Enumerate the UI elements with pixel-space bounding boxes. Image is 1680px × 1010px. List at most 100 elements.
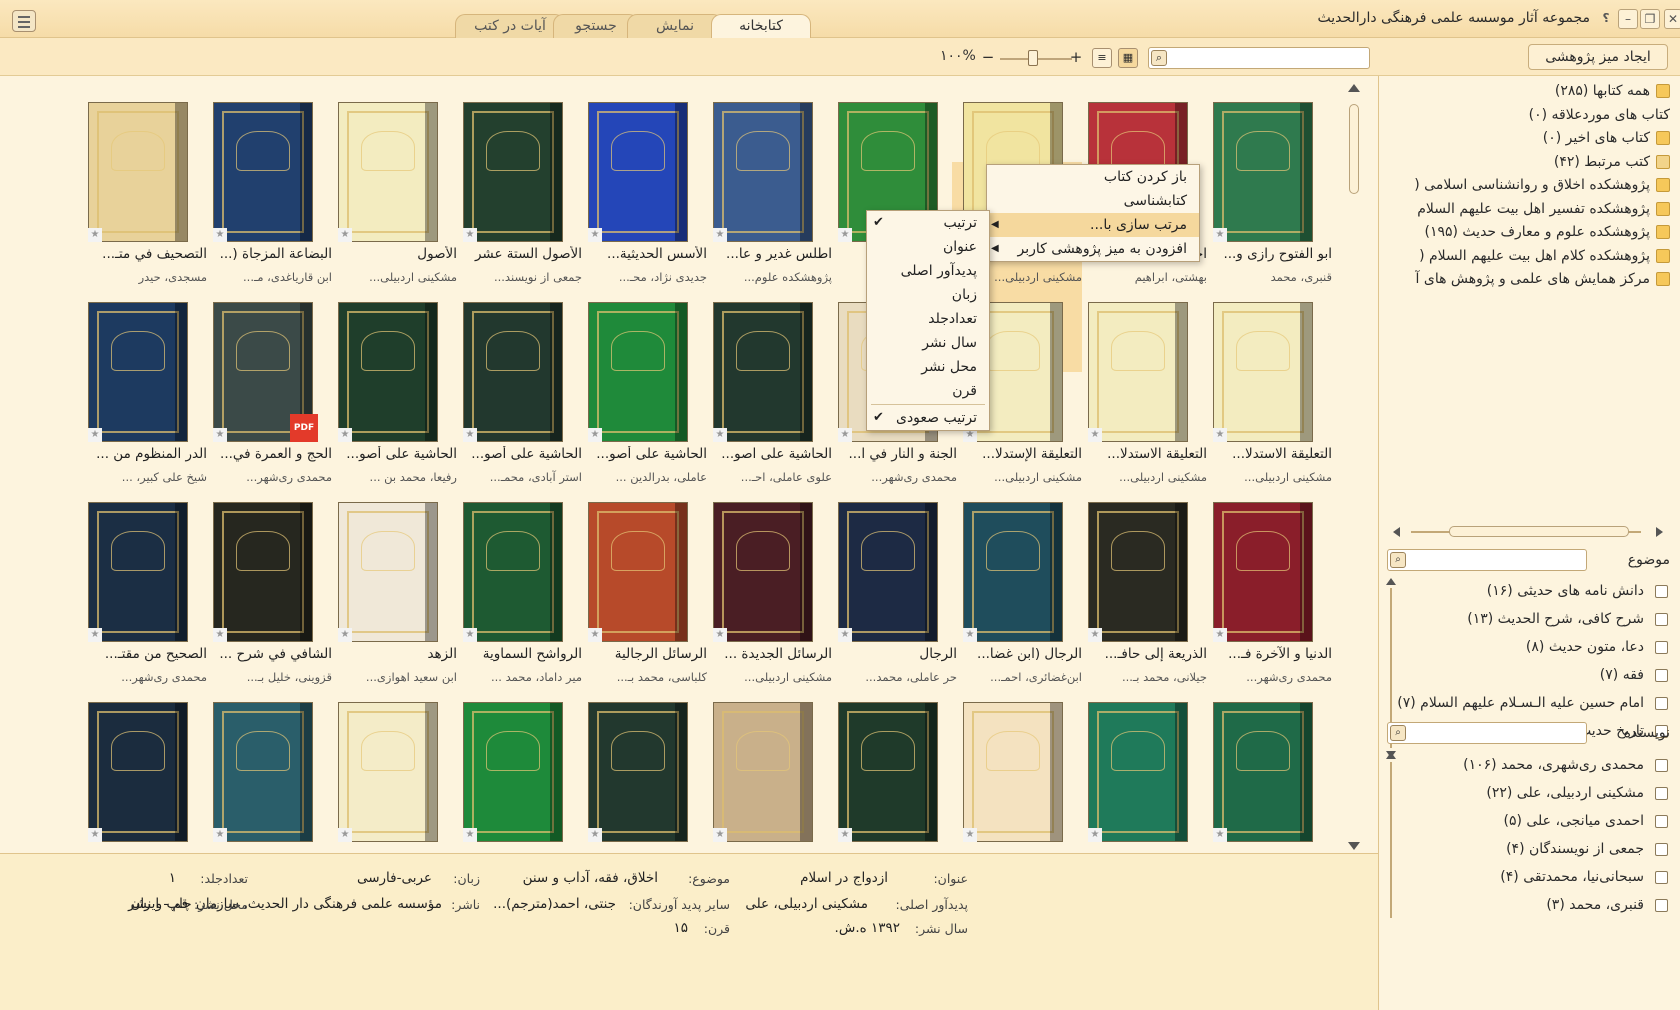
book-cover[interactable] [463, 302, 563, 442]
tree-item[interactable]: پژوهشکده کلام اهل بیت علیهم السلام ( [1400, 245, 1670, 267]
subject-filter-input[interactable]: ⌕ [1387, 549, 1587, 571]
favorite-star-icon[interactable]: ★ [838, 428, 852, 442]
tab-verses[interactable]: آیات در کتب [455, 14, 565, 38]
scroll-thumb[interactable] [1349, 104, 1359, 194]
book-card[interactable]: ★ الأصول مشکینی اردبیلی... [323, 84, 457, 284]
book-card[interactable]: ★ البضاعة المزجاة (... ابن قاریاغدی، مـ... [198, 84, 332, 284]
scroll-down-icon[interactable] [1348, 842, 1360, 850]
favorite-star-icon[interactable]: ★ [588, 428, 602, 442]
tree-item[interactable]: کتاب های موردعلاقه (۰) [1400, 104, 1670, 126]
sort-volumes[interactable]: تعدادجلد [867, 307, 989, 331]
favorite-star-icon[interactable]: ★ [88, 828, 102, 842]
favorite-star-icon[interactable]: ★ [588, 828, 602, 842]
book-card[interactable]: ★ الحاشية على اصو... علوی عاملی، احـ... [698, 284, 832, 484]
book-card[interactable]: ★ الحاشية على أصو... عاملی، بدرالدین ... [573, 284, 707, 484]
sort-order[interactable]: ترتیب ✔ [867, 211, 989, 235]
book-cover[interactable] [463, 102, 563, 242]
book-card[interactable]: ★ [73, 684, 207, 853]
book-cover[interactable] [713, 102, 813, 242]
tab-view[interactable]: نمایش [627, 14, 723, 38]
tab-library[interactable]: کتابخانه [711, 14, 811, 39]
book-card[interactable]: ★ الأصول الستة عشر جمعی از نویسند... [448, 84, 582, 284]
favorite-star-icon[interactable]: ★ [1088, 828, 1102, 842]
book-cover[interactable] [213, 502, 313, 642]
book-card[interactable]: ★ الصحيح من مقتـ... محمدی ری‌شهر... [73, 484, 207, 684]
sort-author[interactable]: پدیدآور اصلی [867, 259, 989, 283]
filter-checkbox[interactable] [1655, 815, 1668, 828]
book-card[interactable]: ★ الرجال حر عاملی، محمد... [823, 484, 957, 684]
book-cover[interactable] [213, 702, 313, 842]
book-cover[interactable] [588, 502, 688, 642]
favorite-star-icon[interactable]: ★ [713, 228, 727, 242]
book-card[interactable]: ★ الذريعة إلى حافـ... جیلانی، محمد بـ... [1073, 484, 1207, 684]
favorite-star-icon[interactable]: ★ [88, 628, 102, 642]
sort-century[interactable]: قرن [867, 379, 989, 403]
filter-checkbox[interactable] [1655, 669, 1668, 682]
book-cover[interactable] [713, 702, 813, 842]
favorite-star-icon[interactable]: ★ [1213, 428, 1227, 442]
favorite-star-icon[interactable]: ★ [713, 828, 727, 842]
filter-checkbox[interactable] [1655, 871, 1668, 884]
scroll-up-icon[interactable] [1348, 84, 1360, 92]
book-card[interactable]: ★ الرسائل الجديدة ... مشکینی اردبیلی... [698, 484, 832, 684]
filter-checkbox[interactable] [1655, 585, 1668, 598]
favorite-star-icon[interactable]: ★ [713, 628, 727, 642]
book-card[interactable]: ★ الزهد ابن سعید اهوازی... [323, 484, 457, 684]
tree-item[interactable]: کتب مرتبط (۴۲) [1400, 151, 1670, 173]
book-card[interactable]: ★ الحج و العمرة في... محمدی ری‌شهر... PDF [198, 284, 332, 484]
filter-checkbox[interactable] [1655, 759, 1668, 772]
book-card[interactable]: ★ [448, 684, 582, 853]
favorite-star-icon[interactable]: ★ [838, 628, 852, 642]
favorite-star-icon[interactable]: ★ [213, 828, 227, 842]
book-card[interactable]: ★ ابو الفتوح رازی و... قنبری، محمد [1198, 84, 1332, 284]
favorite-star-icon[interactable]: ★ [213, 228, 227, 242]
book-cover[interactable] [88, 502, 188, 642]
menu-add-to-desk[interactable]: افزودن به میز پژوهشی کاربر ◀ [987, 237, 1199, 261]
book-card[interactable]: ★ الرواشح السماوية میر داماد، محمد ... [448, 484, 582, 684]
book-card[interactable]: ★ الرجال (ابن غضا... ابن‌غضائری، احمـ... [948, 484, 1082, 684]
book-cover[interactable] [963, 502, 1063, 642]
favorite-star-icon[interactable]: ★ [338, 428, 352, 442]
book-card[interactable]: ★ [573, 684, 707, 853]
tree-horizontal-scrollbar[interactable] [1393, 524, 1663, 540]
book-card[interactable]: ★ [698, 684, 832, 853]
book-card[interactable]: ★ الأسس الحديثية... جدیدی نژاد، محـ... [573, 84, 707, 284]
author-scrollbar[interactable] [1385, 752, 1397, 928]
search-icon[interactable]: ⌕ [1390, 552, 1406, 568]
book-cover[interactable] [1088, 502, 1188, 642]
restore-button[interactable]: ❐ [1640, 9, 1660, 29]
favorite-star-icon[interactable]: ★ [213, 628, 227, 642]
book-cover[interactable] [1213, 702, 1313, 842]
book-card[interactable]: ★ التعليقة الاستدلا... مشکینی اردبیلی... [1198, 284, 1332, 484]
filter-checkbox[interactable] [1655, 641, 1668, 654]
book-cover[interactable] [838, 502, 938, 642]
book-cover[interactable] [1213, 102, 1313, 242]
grid-scrollbar[interactable] [1346, 82, 1362, 852]
favorite-star-icon[interactable]: ★ [713, 428, 727, 442]
book-cover[interactable] [1213, 502, 1313, 642]
tree-item[interactable]: همه کتابها (۲۸۵) [1400, 80, 1670, 102]
search-icon[interactable]: ⌕ [1390, 725, 1406, 741]
book-cover[interactable] [588, 302, 688, 442]
tree-item[interactable]: پژوهشکده اخلاق و روانشناسی اسلامی ( [1400, 174, 1670, 196]
book-card[interactable]: ★ [198, 684, 332, 853]
book-cover[interactable] [838, 702, 938, 842]
favorite-star-icon[interactable]: ★ [463, 828, 477, 842]
book-card[interactable]: ★ اطلس غدیر و عا... پژوهشکده علوم... [698, 84, 832, 284]
book-card[interactable]: ★ [1073, 684, 1207, 853]
zoom-in-button[interactable]: + [1066, 48, 1086, 68]
filter-checkbox[interactable] [1655, 613, 1668, 626]
book-cover[interactable] [463, 702, 563, 842]
favorite-star-icon[interactable]: ★ [1088, 628, 1102, 642]
book-cover[interactable] [463, 502, 563, 642]
tree-item[interactable]: کتاب های اخیر (۰) [1400, 127, 1670, 149]
sort-language[interactable]: زبان [867, 283, 989, 307]
grid-view-icon[interactable]: ▦ [1118, 48, 1138, 68]
book-card[interactable]: ★ التعليقة الاستدلا... مشکینی اردبیلی... [1073, 284, 1207, 484]
minimize-button[interactable]: – [1618, 9, 1638, 29]
favorite-star-icon[interactable]: ★ [588, 228, 602, 242]
favorite-star-icon[interactable]: ★ [338, 828, 352, 842]
book-card[interactable]: ★ التصحيف في متـ... مسجدی، حیدر [73, 84, 207, 284]
search-icon[interactable]: ⌕ [1151, 50, 1167, 66]
favorite-star-icon[interactable]: ★ [213, 428, 227, 442]
